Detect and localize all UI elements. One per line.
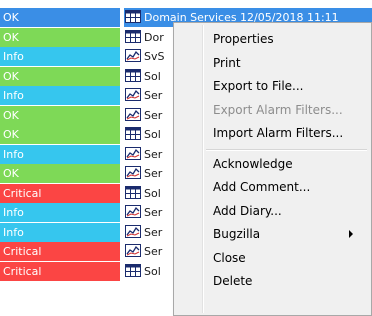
severity-cell: OK xyxy=(0,125,120,144)
chart-icon xyxy=(124,107,144,122)
table-icon xyxy=(124,127,144,141)
menu-item-import-alarm-filters[interactable]: Import Alarm Filters... xyxy=(176,122,369,144)
chart-icon xyxy=(124,205,144,219)
menu-item-close[interactable]: Close xyxy=(176,247,369,269)
message-text: Sol xyxy=(144,69,161,83)
chart-icon xyxy=(124,244,144,258)
message-text: Ser xyxy=(144,225,163,239)
menu-item-acknowledge[interactable]: Acknowledge xyxy=(176,153,369,175)
context-menu: Properties Print Export to File... Export A… xyxy=(173,22,372,316)
message-text: Ser xyxy=(144,108,163,122)
menu-item-add-comment[interactable]: Add Comment... xyxy=(176,176,369,198)
menu-item-label: Export to File... xyxy=(213,79,304,93)
severity-cell: Info xyxy=(0,144,120,164)
message-text: SvS xyxy=(144,50,165,63)
menu-item-add-diary[interactable]: Add Diary... xyxy=(176,200,369,222)
menu-item-properties[interactable]: Properties xyxy=(176,28,369,50)
chart-icon xyxy=(124,224,144,239)
chart-icon xyxy=(124,166,144,180)
table-icon xyxy=(124,29,144,44)
table-icon xyxy=(124,263,144,278)
menu-item-label: Add Comment... xyxy=(213,180,311,194)
message-text: Ser xyxy=(144,147,163,161)
severity-cell: OK xyxy=(0,8,120,27)
severity-cell: OK xyxy=(0,105,120,125)
menu-item-bugzilla[interactable]: Bugzilla xyxy=(176,223,369,245)
severity-cell: Critical xyxy=(0,242,120,261)
chart-icon xyxy=(124,88,144,102)
chart-icon xyxy=(124,146,144,161)
menu-item-label: Bugzilla xyxy=(213,227,261,241)
submenu-arrow-icon xyxy=(349,230,353,238)
menu-item-label: Print xyxy=(213,55,241,70)
chart-icon xyxy=(124,49,144,63)
severity-cell: Info xyxy=(0,86,120,105)
message-text: Ser xyxy=(144,167,163,180)
severity-cell: Info xyxy=(0,222,120,242)
severity-cell: OK xyxy=(0,164,120,183)
table-icon xyxy=(124,185,144,200)
menu-item-label: Acknowledge xyxy=(213,156,293,171)
message-text: Sol xyxy=(144,186,161,200)
menu-item-label: Properties xyxy=(213,32,274,46)
menu-item-export-to-file[interactable]: Export to File... xyxy=(176,75,369,97)
message-text: Sol xyxy=(144,264,161,278)
severity-cell: Critical xyxy=(0,183,120,203)
message-text: Ser xyxy=(144,206,163,219)
menu-item-label: Delete xyxy=(213,274,253,288)
severity-cell: OK xyxy=(0,66,120,86)
menu-item-print[interactable]: Print xyxy=(176,52,369,74)
menu-item-label: Close xyxy=(213,250,246,265)
menu-item-label: Add Diary... xyxy=(213,203,282,218)
severity-cell: Critical xyxy=(0,261,120,281)
severity-cell: OK xyxy=(0,27,120,47)
severity-cell: Info xyxy=(0,47,120,66)
menu-item-delete[interactable]: Delete xyxy=(176,270,369,292)
menu-item-export-alarm-filters: Export Alarm Filters... xyxy=(176,99,369,121)
menu-separator xyxy=(206,148,367,151)
menu-item-label: Export Alarm Filters... xyxy=(213,102,343,117)
table-icon xyxy=(124,68,144,83)
menu-item-label: Import Alarm Filters... xyxy=(213,126,344,140)
message-text: Dor xyxy=(144,30,164,44)
message-text: Ser xyxy=(144,89,163,102)
message-text: Ser xyxy=(144,245,163,258)
table-icon xyxy=(124,10,144,24)
severity-cell: Info xyxy=(0,203,120,222)
message-text: Sol xyxy=(144,128,161,141)
